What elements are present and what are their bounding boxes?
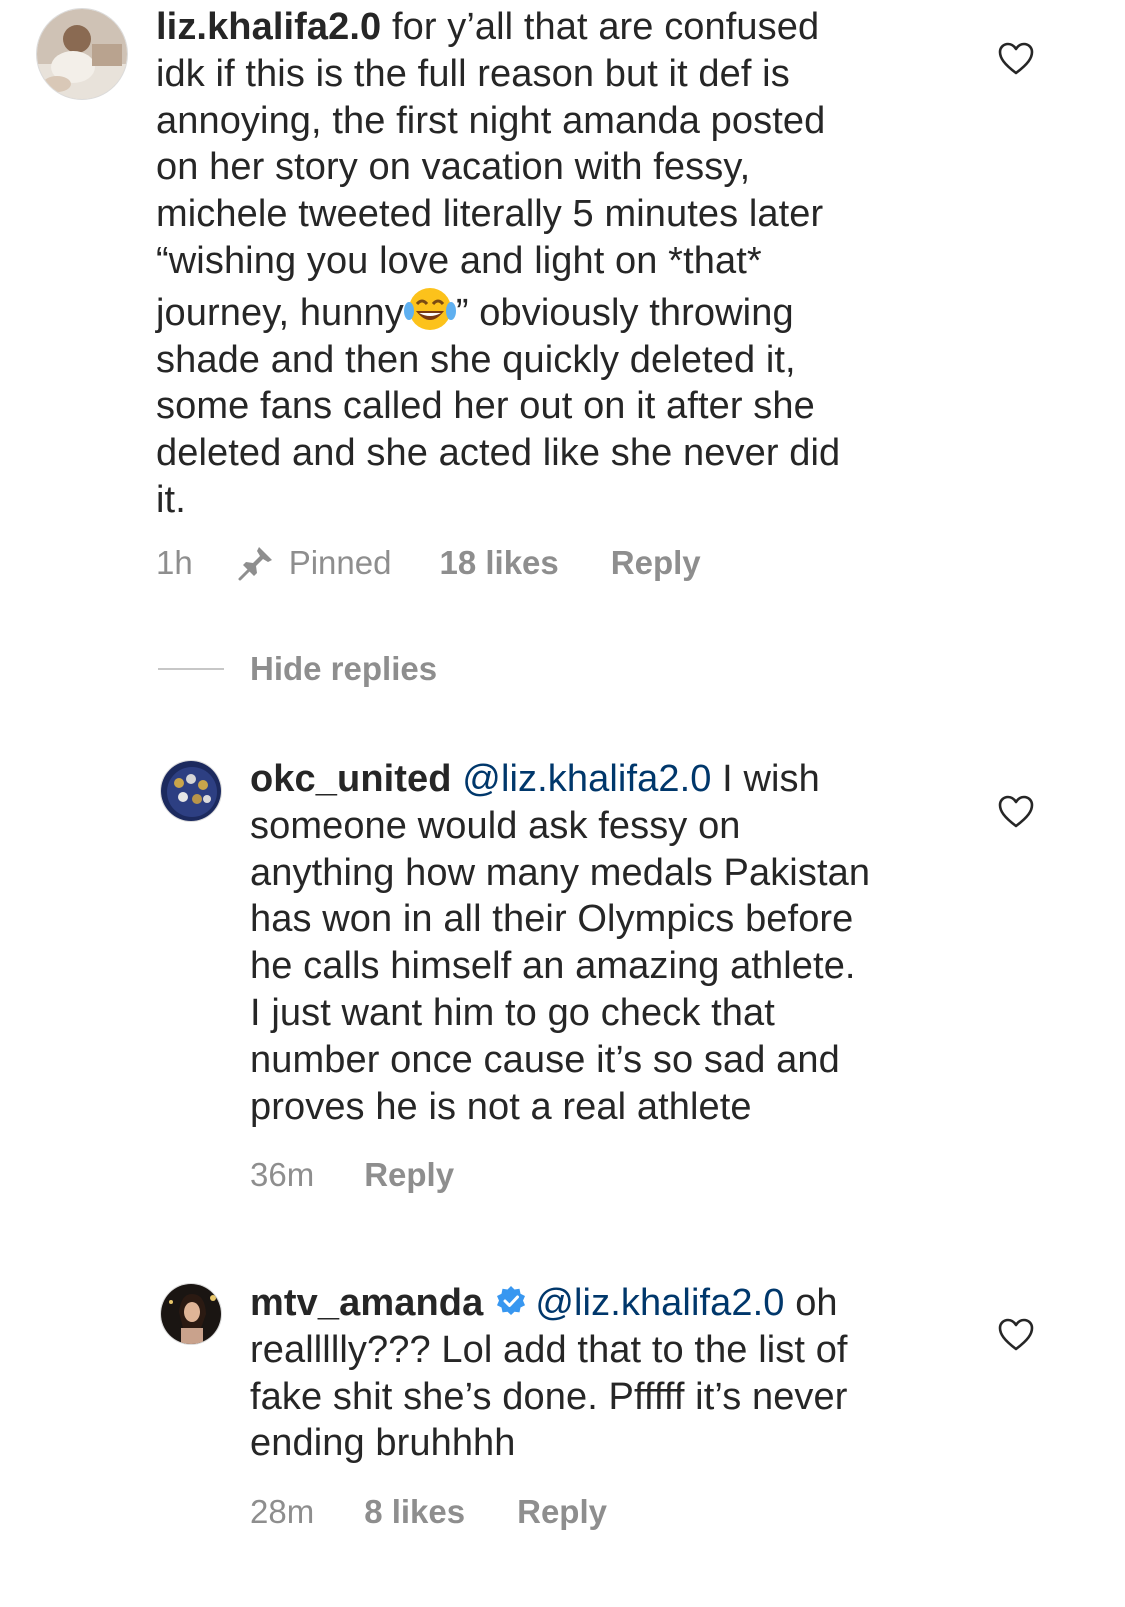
comment-text-line: someone would ask fessy on [250, 804, 741, 847]
avatar[interactable] [36, 8, 128, 100]
comment-text-line: reallllly??? Lol add that to the list of [250, 1328, 848, 1371]
comment-text-line: on her story on vacation with fessy, [156, 146, 751, 189]
comment-text-line: “wishing you love and light on *that* [156, 239, 762, 282]
reply-button[interactable]: Reply [611, 544, 701, 582]
pushpin-icon [238, 547, 272, 581]
comment-text-line: ” obviously throwing [455, 291, 794, 334]
comment-body: okc_united @liz.khalifa2.0 I wish someon… [250, 756, 990, 1130]
reply-button[interactable]: Reply [517, 1493, 607, 1531]
comment-text-line: annoying, the first night amanda posted [156, 99, 826, 142]
comment-text-line: anything how many medals Pakistan [250, 851, 871, 894]
comment-text-line: journey, hunny [156, 291, 404, 334]
comment-text-line: idk if this is the full reason but it de… [156, 52, 790, 95]
avatar[interactable] [160, 760, 222, 822]
comment-text-line: for y’all that are confused [391, 6, 820, 48]
face-with-tears-of-joy-emoji [403, 287, 456, 330]
comment-text-line: oh [795, 1282, 838, 1324]
heart-outline-icon[interactable] [998, 795, 1034, 829]
verified-badge-icon [497, 1286, 526, 1315]
divider-line [158, 668, 224, 670]
comment-text-line: I wish [722, 758, 820, 800]
timestamp: 28m [250, 1493, 315, 1530]
heart-outline-icon[interactable] [998, 1318, 1034, 1352]
comment-text-line: ending bruhhhh [250, 1422, 516, 1465]
likes-count[interactable]: 8 likes [364, 1493, 465, 1531]
timestamp: 1h [156, 544, 193, 581]
comment-text-line: shade and then she quickly deleted it, [156, 338, 796, 381]
comment-text-line: I just want him to go check that [250, 991, 775, 1034]
username-link[interactable]: okc_united [250, 758, 452, 800]
username-link[interactable]: mtv_amanda [250, 1282, 483, 1324]
likes-count[interactable]: 18 likes [439, 544, 558, 582]
pinned-label: Pinned [288, 544, 392, 581]
comment-text-line: number once cause it’s so sad and [250, 1038, 840, 1081]
comment-meta: 36m Reply [250, 1156, 454, 1194]
hide-replies-button[interactable]: Hide replies [250, 650, 437, 688]
comment-meta: 1h Pinned 18 likes Reply [156, 544, 701, 582]
avatar[interactable] [160, 1283, 222, 1345]
comment-text-line: he calls himself an amazing athlete. [250, 945, 856, 988]
comment-body: mtv_amanda @liz.khalifa2.0 oh reallllly?… [250, 1280, 990, 1467]
comment-text-line: has won in all their Olympics before [250, 898, 854, 941]
heart-outline-icon[interactable] [998, 42, 1034, 76]
comment-text-line: michele tweeted literally 5 minutes late… [156, 193, 824, 236]
reply-button[interactable]: Reply [364, 1156, 454, 1194]
mention-link[interactable]: @liz.khalifa2.0 [462, 758, 711, 800]
mention-link[interactable]: @liz.khalifa2.0 [535, 1282, 784, 1324]
timestamp: 36m [250, 1156, 315, 1193]
username-link[interactable]: liz.khalifa2.0 [156, 6, 381, 48]
comment-text-line: fake shit she’s done. Pfffff it’s never [250, 1375, 848, 1418]
comment-text-line: some fans called her out on it after she [156, 385, 815, 428]
comment-text-line: proves he is not a real athlete [250, 1085, 752, 1128]
comment-text-line: deleted and she acted like she never did [156, 432, 841, 475]
comment-body: liz.khalifa2.0 for y’all that are confus… [156, 4, 946, 524]
comment-text-line: it. [156, 478, 186, 521]
comment-meta: 28m 8 likes Reply [250, 1493, 607, 1531]
